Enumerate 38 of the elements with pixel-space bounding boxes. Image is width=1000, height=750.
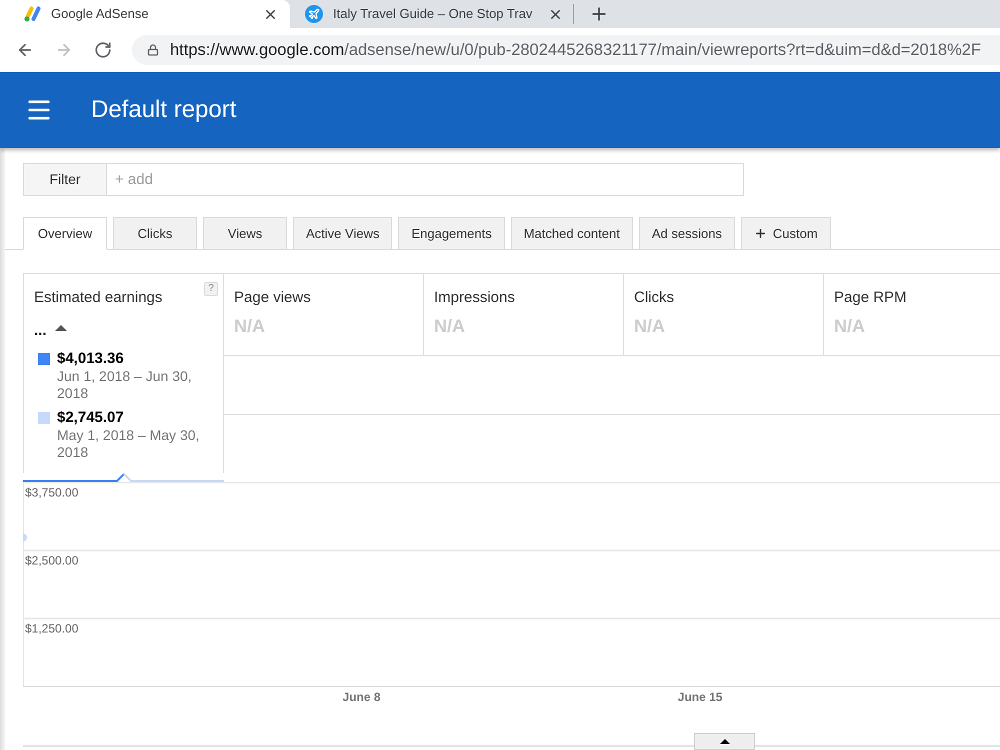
colored-bars-logo-icon bbox=[24, 6, 41, 22]
y-axis-label: $3,750.00 bbox=[25, 486, 78, 500]
address-field[interactable]: https://www.google.com/adsense/new/u/0/pub-2802445268321177/main/viewreports?rt=d&uim=d&d=2018%2F bbox=[132, 35, 1000, 65]
reload-icon[interactable] bbox=[94, 41, 112, 59]
page-title: Default report bbox=[91, 95, 236, 125]
report-tab[interactable]: Ad sessions bbox=[638, 217, 735, 250]
y-axis-label: $2,500.00 bbox=[25, 554, 78, 568]
browser-tab[interactable]: Google AdSense bbox=[0, 0, 290, 28]
caret-up-icon bbox=[720, 739, 730, 744]
legend-date-range: Jun 1, 2018 – Jun 30, 2018 bbox=[57, 368, 193, 402]
legend-amount: $2,745.07 bbox=[57, 409, 125, 427]
x-axis-label: June 8 bbox=[342, 690, 381, 704]
card-title: Estimated earnings bbox=[34, 289, 162, 306]
plus-icon bbox=[754, 227, 767, 240]
caret-up-icon[interactable] bbox=[54, 325, 67, 331]
filter-field[interactable]: + add bbox=[107, 163, 744, 196]
report-tab[interactable]: Matched content bbox=[510, 217, 633, 250]
y-axis-label: $1,250.00 bbox=[25, 622, 78, 636]
report-tab[interactable]: Custom bbox=[740, 217, 831, 250]
legend-amount: $4,013.36 bbox=[57, 350, 125, 368]
report-tab[interactable]: Engagements bbox=[398, 217, 505, 250]
lock-icon bbox=[147, 44, 159, 56]
airplane-icon bbox=[305, 5, 323, 23]
report-tab[interactable]: Active Views bbox=[293, 217, 392, 250]
report-tab[interactable]: Clicks bbox=[113, 217, 197, 250]
metric-title: Impressions bbox=[434, 289, 516, 306]
data-point bbox=[23, 533, 27, 542]
metric-title: Page RPM bbox=[834, 289, 908, 306]
card-value: ... bbox=[34, 322, 47, 340]
earnings-card[interactable]: Estimated earnings ? ... $4,013.36 Jun 1, 2018 – Jun 30, 2018 $2,745.07 May 1, 2018 – May 30, 2018 bbox=[23, 273, 224, 473]
x-axis-label: June 15 bbox=[678, 690, 722, 704]
metric-title: Clicks bbox=[634, 289, 675, 306]
collapse-button[interactable] bbox=[694, 733, 755, 750]
filter-button[interactable]: Filter bbox=[23, 163, 107, 196]
metric-title: Page views bbox=[234, 289, 312, 306]
report-tab[interactable]: Overview bbox=[23, 217, 107, 250]
legend-date-range: May 1, 2018 – May 30, 2018 bbox=[57, 427, 200, 461]
report-tab[interactable]: Views bbox=[203, 217, 287, 250]
